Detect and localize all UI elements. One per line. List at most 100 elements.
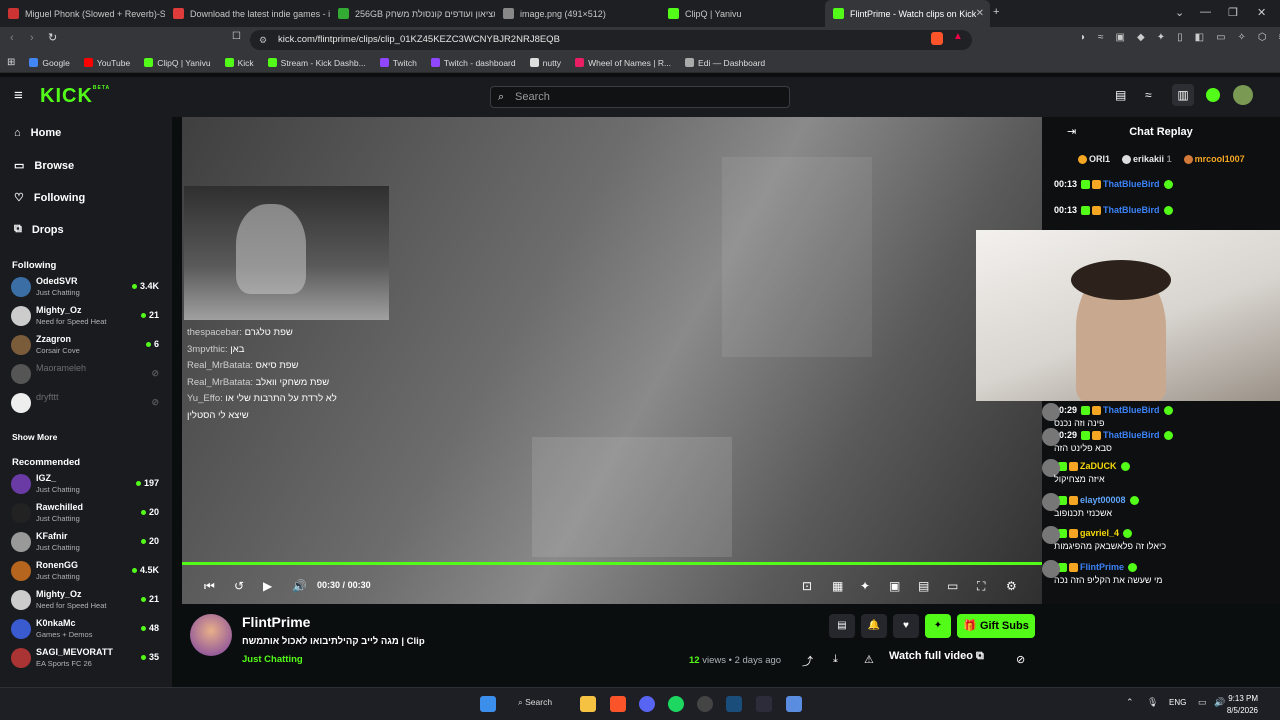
follow-heart-icon[interactable]: ♥ xyxy=(893,614,919,638)
windows-start-icon[interactable] xyxy=(480,696,496,712)
kick-logo[interactable]: KICKBETA xyxy=(40,85,110,108)
bookmark-star-icon[interactable]: ☐ xyxy=(232,31,241,42)
clip-create-icon[interactable]: ▦ xyxy=(832,579,843,593)
discord-icon[interactable] xyxy=(639,696,655,712)
layout-toggle-icon[interactable]: ▥ xyxy=(1172,84,1194,106)
address-bar[interactable]: ⚙ kick.com/flintprime/clips/clip_01KZ45K… xyxy=(250,30,972,50)
sidebar-channel[interactable]: K0nkaMc Games + Demos 48 xyxy=(11,616,161,642)
sidebar-channel[interactable]: dryfttt ⊘ xyxy=(11,390,161,416)
extensions-puzzle-icon[interactable]: ✦ xyxy=(1157,32,1165,43)
brave-browser-icon[interactable] xyxy=(610,696,626,712)
tab-list-chevron-icon[interactable]: ⌄ xyxy=(1175,6,1184,19)
forward-icon[interactable]: › xyxy=(30,32,34,44)
volume-tray-icon[interactable]: 🔊 xyxy=(1214,697,1225,708)
previous-icon[interactable]: ⏮ xyxy=(204,579,215,594)
chat-username[interactable]: FlintPrime xyxy=(1080,562,1124,572)
apps-grid-icon[interactable]: ⊞ xyxy=(0,57,22,68)
chat-message[interactable]: FlintPrime xyxy=(1042,560,1139,578)
chat-message[interactable]: ZaDUCK xyxy=(1042,459,1132,477)
bookmark-item[interactable]: Twitch xyxy=(373,58,424,68)
split-view-icon[interactable]: ▯ xyxy=(1177,32,1183,43)
app-icon[interactable] xyxy=(756,696,772,712)
nav-browse[interactable]: ▭ Browse xyxy=(14,159,74,173)
sidebar-channel[interactable]: KFafnir Just Chatting 20 xyxy=(11,529,161,555)
bookmark-item[interactable]: ClipQ | Yanivu xyxy=(137,58,217,68)
nav-drops[interactable]: ⧉ Drops xyxy=(14,223,64,236)
leader-3[interactable]: mrcool1007 xyxy=(1183,154,1245,165)
chat-username[interactable]: ThatBlueBird xyxy=(1103,405,1160,415)
hide-icon[interactable]: ⊘ xyxy=(1016,653,1025,666)
user-avatar[interactable] xyxy=(1233,85,1253,105)
chat-message[interactable]: 00:13 ThatBlueBird xyxy=(1054,179,1175,190)
new-tab-button[interactable]: + xyxy=(993,6,999,18)
site-info-icon[interactable]: ⚙ xyxy=(259,30,267,50)
subscribe-sparkle-icon[interactable]: ✦ xyxy=(925,614,951,638)
browser-tab[interactable]: 256GB מציאון ועודפים קונסולת משחק xyxy=(330,0,495,27)
play-icon[interactable]: ▶ xyxy=(263,579,272,593)
search-input[interactable]: ⌕ Search xyxy=(490,86,790,108)
tray-chevron-icon[interactable]: ⌃ xyxy=(1126,697,1134,708)
download-icon[interactable]: ⤓ xyxy=(833,653,838,666)
browser-tab[interactable]: ClipQ | Yanivu xyxy=(660,0,825,27)
streamer-avatar[interactable] xyxy=(190,614,232,656)
extension-icon-4[interactable]: ◆ xyxy=(1137,32,1145,43)
sidebar-channel[interactable]: Zzagron Corsair Cove 6 xyxy=(11,332,161,358)
sidebar-channel[interactable]: Rawchilled Just Chatting 20 xyxy=(11,500,161,526)
bookmark-item[interactable]: Stream - Kick Dashb... xyxy=(261,58,373,68)
clip-category[interactable]: Just Chatting xyxy=(242,654,303,665)
file-explorer-icon[interactable] xyxy=(580,696,596,712)
bookmark-item[interactable]: Kick xyxy=(218,58,261,68)
volume-icon[interactable]: 🔊 xyxy=(292,579,307,593)
sidebar-channel[interactable]: OdedSVR Just Chatting 3.4K xyxy=(11,274,161,300)
clips-button[interactable]: ▤ xyxy=(829,614,855,638)
reload-icon[interactable]: ↻ xyxy=(48,31,57,44)
bookmark-item[interactable]: Wheel of Names | R... xyxy=(568,58,678,68)
spotify-icon[interactable] xyxy=(668,696,684,712)
back-icon[interactable]: ‹ xyxy=(10,32,14,44)
sidebar-channel[interactable]: Maorameleh ⊘ xyxy=(11,361,161,387)
microphone-icon[interactable]: 🎙 xyxy=(1147,697,1158,708)
chat-message[interactable]: elayt00008 xyxy=(1042,493,1141,511)
browser-tab[interactable]: Download the latest indie games - it xyxy=(165,0,330,27)
fullscreen-icon[interactable]: ⛶ xyxy=(977,579,985,594)
nav-home[interactable]: ⌂ Home xyxy=(14,127,61,139)
bookmark-item[interactable]: Twitch - dashboard xyxy=(424,58,523,68)
nav-following[interactable]: ♡ Following xyxy=(14,191,85,205)
chat-username[interactable]: ThatBlueBird xyxy=(1103,179,1160,189)
hamburger-menu-icon[interactable]: ≡ xyxy=(14,87,23,104)
watch-full-video-button[interactable]: Watch full video ⧉ xyxy=(889,650,984,663)
chat-username[interactable]: ThatBlueBird xyxy=(1103,205,1160,215)
sidebar-channel[interactable]: RonenGG Just Chatting 4.5K xyxy=(11,558,161,584)
brave-shield-icon[interactable] xyxy=(931,32,943,45)
close-window-button[interactable]: ✕ xyxy=(1257,6,1266,19)
extension-icon-1[interactable]: ◗ xyxy=(1080,32,1086,43)
obs-icon[interactable] xyxy=(697,696,713,712)
streamer-name[interactable]: FlintPrime xyxy=(242,614,310,630)
chat-username[interactable]: elayt00008 xyxy=(1080,495,1126,505)
tab-close-icon[interactable]: ✕ xyxy=(976,8,984,19)
chat-message[interactable]: 00:29 ThatBlueBird xyxy=(1042,428,1175,446)
chat-username[interactable]: ThatBlueBird xyxy=(1103,430,1160,440)
crop-icon[interactable]: ⊡ xyxy=(802,579,812,593)
wallet-icon[interactable]: ▭ xyxy=(1216,32,1225,43)
report-icon[interactable]: ⚠ xyxy=(864,653,874,666)
extension-overlay-icon[interactable]: ≈ xyxy=(1145,88,1152,102)
rewind-icon[interactable]: ↺ xyxy=(234,579,244,593)
gift-subs-button[interactable]: 🎁 Gift Subs xyxy=(957,614,1035,638)
extension-icon-2[interactable]: ≈ xyxy=(1098,32,1104,43)
chat-username[interactable]: gavriel_4 xyxy=(1080,528,1119,538)
settings-icon[interactable]: ⚙ xyxy=(1006,579,1017,593)
sparkle-icon[interactable]: ✦ xyxy=(860,579,870,593)
notifications-bell-icon[interactable]: 🔔 xyxy=(861,614,887,638)
kick-points-icon[interactable] xyxy=(1206,88,1220,102)
miniplayer-icon[interactable]: ▣ xyxy=(889,579,900,593)
leader-2[interactable]: erikakii 1 xyxy=(1122,154,1172,165)
sidebar-toggle-icon[interactable]: ◧ xyxy=(1195,32,1204,43)
captions-icon[interactable]: ▤ xyxy=(918,579,929,593)
extension-icon-3[interactable]: ▣ xyxy=(1116,32,1125,43)
clock[interactable]: 9:13 PM 8/5/2026 xyxy=(1227,693,1258,717)
bookmark-item[interactable]: YouTube xyxy=(77,58,137,68)
clip-icon[interactable]: ▤ xyxy=(1115,88,1126,102)
video-player[interactable]: thespacebar: שפת טלגרם 3mpvthic: באן Real_… xyxy=(182,117,1042,604)
browser-tab[interactable]: image.png (491×512) xyxy=(495,0,660,27)
